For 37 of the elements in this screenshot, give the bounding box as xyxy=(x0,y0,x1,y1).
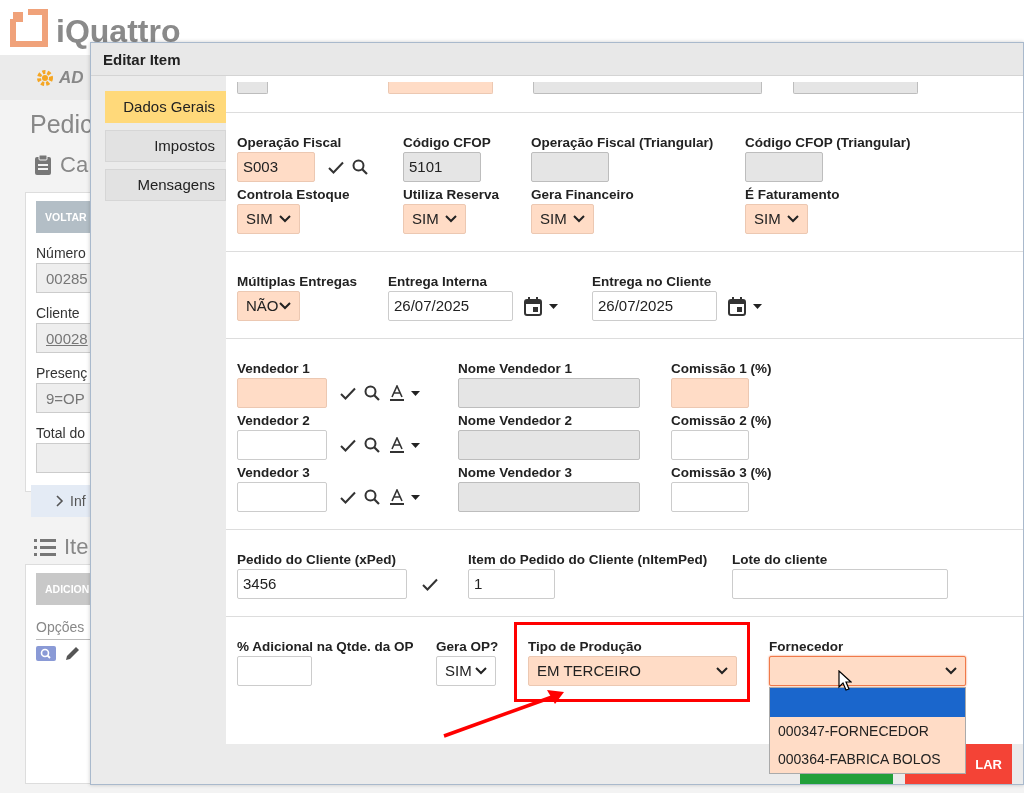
field-label: Presenç xyxy=(36,365,88,381)
field-label: Código CFOP (Triangular) xyxy=(745,134,912,151)
field-label: Nome Vendedor 3 xyxy=(458,464,574,481)
field-label: Total do xyxy=(36,425,86,441)
field-label: Nome Vendedor 1 xyxy=(458,360,574,377)
field-label: Operação Fiscal (Triangular) xyxy=(531,134,715,151)
field-label: Vendedor 2 xyxy=(237,412,311,429)
field-label: Controla Estoque xyxy=(237,186,351,203)
field-label: Múltiplas Entregas xyxy=(237,273,359,290)
field-label: Número xyxy=(36,245,86,261)
field-label: Vendedor 3 xyxy=(237,464,311,481)
field-label: Utiliza Reserva xyxy=(403,186,501,203)
page-title: Pedic xyxy=(30,109,93,140)
section-title: Ca xyxy=(60,152,89,178)
field-label: Tipo de Produção xyxy=(528,638,643,655)
field-label: Entrega Interna xyxy=(388,273,489,290)
field-label: Entrega no Cliente xyxy=(592,273,713,290)
field-label: Código CFOP xyxy=(403,134,492,151)
field-label: Comissão 1 (%) xyxy=(671,360,773,377)
window-title: Editar Item xyxy=(103,50,181,68)
field-label: É Faturamento xyxy=(745,186,841,203)
brand-text: AD xyxy=(59,67,84,88)
field-label: Gera Financeiro xyxy=(531,186,635,203)
field-label: Pedido do Cliente (xPed) xyxy=(237,551,397,568)
field-label: Operação Fiscal xyxy=(237,134,343,151)
logo-text: iQuattro xyxy=(56,13,181,50)
field-label: Fornecedor xyxy=(769,638,845,655)
field-label: Item do Pedido do Cliente (nItemPed) xyxy=(468,551,709,568)
section-title: Ite xyxy=(64,534,89,560)
field-label: Nome Vendedor 2 xyxy=(458,412,574,429)
field-label: Gera OP? xyxy=(436,638,500,655)
field-label: Cliente xyxy=(36,305,80,321)
field-label: % Adicional na Qtde. da OP xyxy=(237,638,415,655)
field-label: Comissão 2 (%) xyxy=(671,412,773,429)
field-label: Comissão 3 (%) xyxy=(671,464,773,481)
field-label: Lote do cliente xyxy=(732,551,829,568)
field-label: Vendedor 1 xyxy=(237,360,311,377)
